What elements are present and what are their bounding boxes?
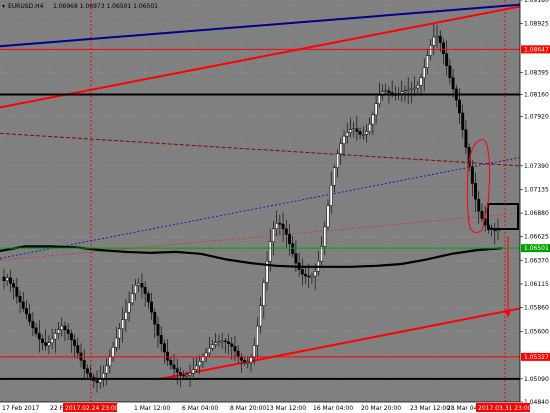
price-tick-label: 1.07135 bbox=[524, 186, 549, 193]
price-tick-label: 1.08925 bbox=[524, 21, 549, 28]
time-tick-label: 23 Mar 12:00 bbox=[410, 405, 450, 412]
price-axis-panel bbox=[520, 0, 550, 413]
time-tick-label: 16 Mar 04:00 bbox=[313, 405, 353, 412]
price-tick-label: 1.07920 bbox=[524, 114, 549, 121]
time-tick-label: 13 Mar 12:00 bbox=[266, 405, 306, 412]
time-tick-label: 8 Mar 20:00 bbox=[230, 405, 266, 412]
ohlc-values: 1.06968 1.06973 1.06501 1.06501 bbox=[53, 3, 158, 10]
price-tick-label: 1.05600 bbox=[524, 329, 549, 336]
time-tag-label: 2017.02.24 23:00 bbox=[65, 405, 119, 412]
price-tick-label: 1.06370 bbox=[524, 257, 549, 264]
symbol-dropdown-icon[interactable]: ▾ bbox=[2, 3, 5, 10]
price-tick-label: 1.06501 bbox=[524, 245, 549, 252]
chart-header: ▾ EURUSD,H4 1.06968 1.06973 1.06501 1.06… bbox=[2, 3, 158, 10]
symbol-label: EURUSD,H4 bbox=[8, 3, 44, 10]
price-tick-label: 1.08160 bbox=[524, 91, 549, 98]
price-tick-label: 1.06625 bbox=[524, 234, 549, 241]
price-tick-label: 1.05860 bbox=[524, 305, 549, 312]
price-tick-label: 1.06880 bbox=[524, 210, 549, 217]
price-tick-label: 1.07390 bbox=[524, 163, 549, 170]
time-tick-label: 20 Mar 20:00 bbox=[361, 405, 401, 412]
price-tick-label: 1.05327 bbox=[524, 354, 549, 361]
price-tick-label: 1.08395 bbox=[524, 70, 549, 77]
price-tick-label: 1.05090 bbox=[524, 376, 549, 383]
time-tick-label: 17 Feb 2017 bbox=[2, 405, 40, 412]
price-tick-label: 1.06115 bbox=[524, 281, 549, 288]
chart-window[interactable]: 1.09180 1.08925 1.08647 1.08395 1.08160 1.079… bbox=[0, 0, 550, 413]
price-chart[interactable]: 1.09180 1.08925 1.08647 1.08395 1.08160 1.079… bbox=[0, 0, 550, 413]
time-tag-label: 2017.03.31 23:00 bbox=[478, 405, 532, 412]
time-tick-label: 6 Mar 04:00 bbox=[182, 405, 218, 412]
price-tick-label: 1.09180 bbox=[524, 0, 549, 4]
time-tick-label: 1 Mar 12:00 bbox=[134, 405, 170, 412]
price-tick-label: 1.08647 bbox=[524, 46, 549, 53]
